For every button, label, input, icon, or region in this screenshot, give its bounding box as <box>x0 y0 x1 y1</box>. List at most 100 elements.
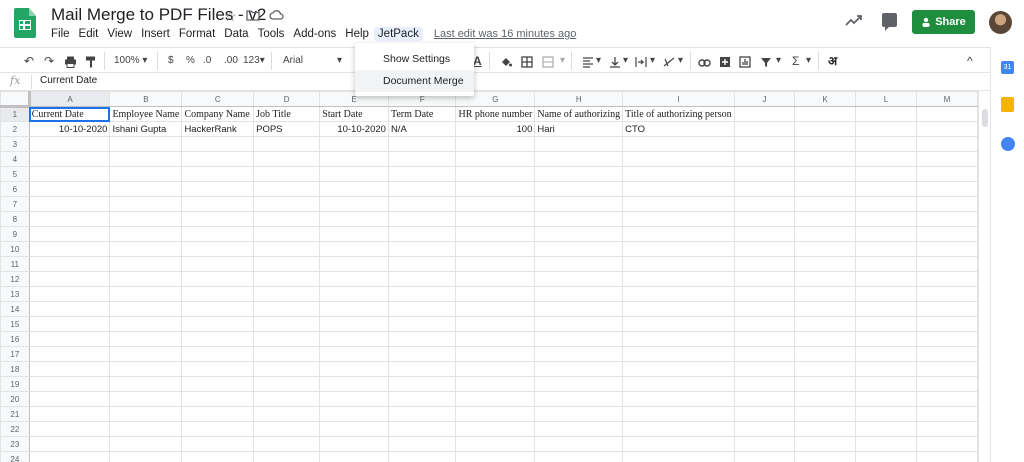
cell[interactable] <box>253 421 321 437</box>
cell[interactable] <box>794 151 857 167</box>
cell[interactable] <box>28 391 111 407</box>
cell[interactable] <box>794 241 857 257</box>
cell[interactable] <box>455 361 536 377</box>
row-header[interactable]: 8 <box>0 211 30 227</box>
cell[interactable] <box>855 166 917 182</box>
tasks-icon[interactable] <box>1001 137 1015 151</box>
cell[interactable] <box>534 406 624 422</box>
cell[interactable] <box>855 451 917 462</box>
cell[interactable] <box>319 211 389 227</box>
cell[interactable] <box>387 376 457 392</box>
cell[interactable] <box>253 181 321 197</box>
cell[interactable] <box>622 316 735 332</box>
cell[interactable] <box>28 181 111 197</box>
cell[interactable] <box>109 376 183 392</box>
cell[interactable] <box>109 421 183 437</box>
cell[interactable] <box>915 106 978 122</box>
cell[interactable] <box>455 376 536 392</box>
cell[interactable] <box>253 286 321 302</box>
cell[interactable] <box>455 331 536 347</box>
formula-input[interactable]: Current Date <box>40 75 97 86</box>
cell[interactable] <box>253 166 321 182</box>
cell[interactable] <box>319 316 389 332</box>
cell[interactable] <box>534 361 624 377</box>
cell[interactable] <box>181 166 255 182</box>
cell[interactable] <box>253 376 321 392</box>
cell[interactable] <box>28 226 111 242</box>
cell[interactable] <box>733 181 796 197</box>
row-header[interactable]: 16 <box>0 331 30 347</box>
cell[interactable] <box>181 256 255 272</box>
menu-addons[interactable]: Add-ons <box>293 27 340 41</box>
row-header[interactable]: 9 <box>0 226 30 242</box>
cell[interactable] <box>915 406 978 422</box>
cell[interactable] <box>855 121 917 137</box>
cell[interactable] <box>794 271 857 287</box>
zoom-select[interactable]: 100% ▾ <box>114 53 147 69</box>
cell[interactable] <box>915 391 978 407</box>
cell[interactable] <box>387 211 457 227</box>
cell[interactable] <box>915 316 978 332</box>
select-all-corner[interactable] <box>0 91 31 108</box>
column-header-k[interactable]: K <box>794 91 857 107</box>
cell[interactable] <box>622 331 735 347</box>
cell[interactable] <box>455 226 536 242</box>
cell[interactable] <box>794 436 857 452</box>
vertical-scrollbar[interactable] <box>978 91 990 462</box>
cell[interactable] <box>181 241 255 257</box>
cell[interactable] <box>28 241 111 257</box>
cell[interactable] <box>28 271 111 287</box>
menu-format[interactable]: Format <box>179 27 219 41</box>
increase-decimal-button[interactable]: .00 <box>224 53 238 69</box>
cell[interactable] <box>855 106 917 122</box>
cell[interactable] <box>534 331 624 347</box>
cell[interactable] <box>855 436 917 452</box>
cell[interactable] <box>855 346 917 362</box>
cell[interactable] <box>794 316 857 332</box>
cell[interactable] <box>534 166 624 182</box>
cell[interactable] <box>455 451 536 462</box>
cell[interactable] <box>28 286 111 302</box>
column-header-l[interactable]: L <box>855 91 917 107</box>
cell[interactable] <box>733 436 796 452</box>
cell[interactable] <box>733 241 796 257</box>
cell[interactable]: CTO <box>622 121 735 137</box>
cell[interactable] <box>855 376 917 392</box>
cell[interactable] <box>319 301 389 317</box>
vertical-align-icon[interactable] <box>609 54 621 70</box>
cell[interactable] <box>455 256 536 272</box>
filter-dropdown-icon[interactable]: ▾ <box>776 53 781 69</box>
cell[interactable] <box>733 361 796 377</box>
cell[interactable] <box>455 406 536 422</box>
cell[interactable] <box>319 181 389 197</box>
cell[interactable] <box>28 166 111 182</box>
cell[interactable] <box>733 166 796 182</box>
cell[interactable] <box>28 136 111 152</box>
cell[interactable] <box>253 301 321 317</box>
cell[interactable] <box>387 421 457 437</box>
cell[interactable] <box>733 121 796 137</box>
cell[interactable] <box>915 361 978 377</box>
cell[interactable] <box>387 301 457 317</box>
cell[interactable] <box>733 211 796 227</box>
star-icon[interactable]: ☆ <box>224 8 237 25</box>
cell[interactable] <box>387 166 457 182</box>
cell[interactable] <box>455 346 536 362</box>
cell[interactable] <box>534 376 624 392</box>
row-header[interactable]: 23 <box>0 436 30 452</box>
cell[interactable]: 10-10-2020 <box>319 121 389 137</box>
cell[interactable] <box>455 166 536 182</box>
cell[interactable] <box>794 346 857 362</box>
cell[interactable] <box>622 151 735 167</box>
cell[interactable] <box>915 196 978 212</box>
h-align-dropdown-icon[interactable]: ▾ <box>596 53 601 69</box>
cell[interactable] <box>28 196 111 212</box>
cell[interactable]: Hari <box>534 121 624 137</box>
cell[interactable] <box>855 301 917 317</box>
cell[interactable] <box>794 451 857 462</box>
cell[interactable] <box>915 271 978 287</box>
cell[interactable] <box>733 391 796 407</box>
cell[interactable] <box>109 166 183 182</box>
cell[interactable] <box>534 196 624 212</box>
merge-cells-icon[interactable] <box>542 54 554 70</box>
